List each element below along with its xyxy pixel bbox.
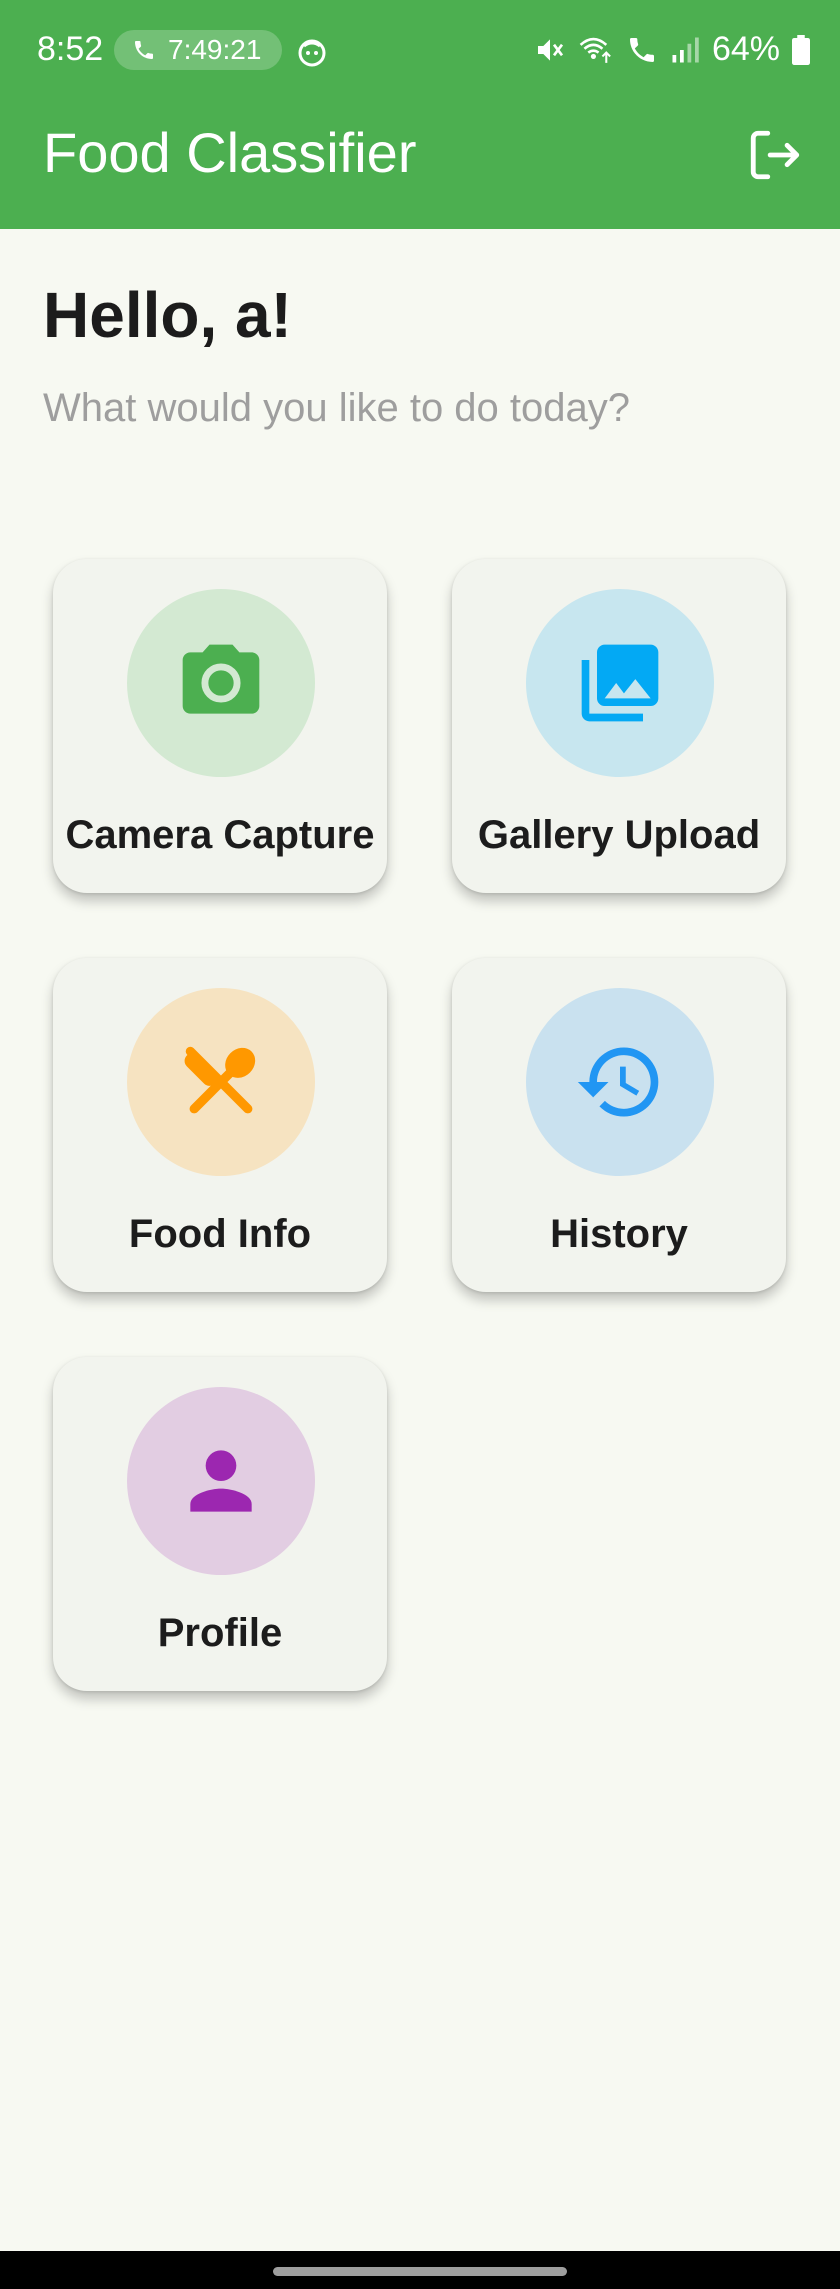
profile-label: Profile xyxy=(157,1611,283,1655)
wifi-calling-icon xyxy=(579,37,611,63)
call-indicator[interactable]: 7:49:21 xyxy=(114,30,282,70)
history-card[interactable]: History xyxy=(452,958,786,1292)
notification-app-icon xyxy=(298,39,326,67)
status-time: 8:52 xyxy=(37,30,104,68)
call-signal-icon xyxy=(629,37,654,62)
food-info-label: Food Info xyxy=(128,1212,312,1256)
battery-percent: 64% xyxy=(711,30,780,68)
system-navigation-bar xyxy=(0,2251,840,2289)
battery-icon xyxy=(792,34,810,65)
camera-capture-card[interactable]: Camera Capture xyxy=(53,559,387,893)
history-icon xyxy=(577,1047,659,1117)
home-gesture-handle[interactable] xyxy=(273,2267,567,2276)
status-icons: 64% xyxy=(534,30,810,69)
person-icon xyxy=(190,1450,252,1512)
greeting-title: Hello, a! xyxy=(43,279,292,351)
camera-icon-circle xyxy=(127,589,315,777)
profile-card[interactable]: Profile xyxy=(53,1357,387,1691)
gallery-upload-card[interactable]: Gallery Upload xyxy=(452,559,786,893)
app-screen: 8:52 7:49:21 64% Food Classifier Hello, … xyxy=(0,0,840,2289)
mute-icon xyxy=(537,38,564,61)
restaurant-icon xyxy=(184,1046,256,1114)
camera-capture-label: Camera Capture xyxy=(65,813,375,857)
camera-icon xyxy=(182,644,260,714)
greeting-subtitle: What would you like to do today? xyxy=(43,386,631,430)
profile-icon-circle xyxy=(127,1387,315,1575)
photo-library-icon xyxy=(581,644,659,722)
signal-icon xyxy=(672,37,699,62)
food-info-icon-circle xyxy=(127,988,315,1176)
gallery-icon-circle xyxy=(526,589,714,777)
history-label: History xyxy=(550,1212,688,1256)
call-timer: 7:49:21 xyxy=(168,34,262,65)
status-bar: 8:52 7:49:21 64% xyxy=(0,0,840,104)
food-info-card[interactable]: Food Info xyxy=(53,958,387,1292)
gallery-upload-label: Gallery Upload xyxy=(477,813,761,857)
phone-icon xyxy=(135,41,153,59)
logout-icon[interactable] xyxy=(746,126,804,184)
top-bar: 8:52 7:49:21 64% Food Classifier xyxy=(0,0,840,229)
history-icon-circle xyxy=(526,988,714,1176)
app-bar-title: Food Classifier xyxy=(43,121,417,184)
